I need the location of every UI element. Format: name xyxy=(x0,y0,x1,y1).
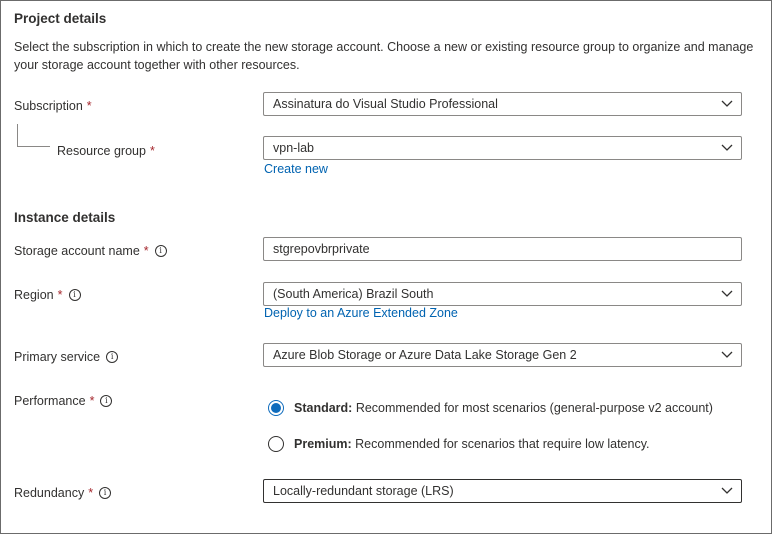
info-icon[interactable]: i xyxy=(100,395,113,407)
primary-service-label: Primary service i xyxy=(14,348,119,366)
resource-group-dropdown[interactable]: vpn-lab xyxy=(263,136,742,160)
required-marker: * xyxy=(57,288,63,302)
chevron-down-icon xyxy=(721,487,733,494)
storage-account-name-value: stgrepovbrprivate xyxy=(273,242,370,256)
subscription-value: Assinatura do Visual Studio Professional xyxy=(273,97,498,111)
radio-selected[interactable] xyxy=(268,400,284,416)
required-marker: * xyxy=(89,394,95,408)
info-icon[interactable]: i xyxy=(106,351,119,363)
tree-connector xyxy=(17,124,50,147)
form-panel xyxy=(0,0,772,534)
region-dropdown[interactable]: (South America) Brazil South xyxy=(263,282,742,306)
premium-option-desc: Recommended for scenarios that require l… xyxy=(355,437,650,451)
premium-option-text: Premium: Recommended for scenarios that … xyxy=(294,437,650,451)
radio-unselected[interactable] xyxy=(268,436,284,452)
redundancy-label: Redundancy * i xyxy=(14,484,112,502)
info-icon[interactable]: i xyxy=(68,289,81,301)
resource-group-label-text: Resource group xyxy=(57,144,146,158)
instance-details-heading: Instance details xyxy=(14,210,116,225)
chevron-down-icon xyxy=(721,351,733,358)
subscription-label-text: Subscription xyxy=(14,99,83,113)
resource-group-value: vpn-lab xyxy=(273,141,314,155)
project-details-heading: Project details xyxy=(14,11,107,26)
chevron-down-icon xyxy=(721,144,733,151)
subscription-label: Subscription * xyxy=(14,97,92,115)
storage-account-name-label: Storage account name * i xyxy=(14,242,167,260)
subscription-dropdown[interactable]: Assinatura do Visual Studio Professional xyxy=(263,92,742,116)
info-icon[interactable]: i xyxy=(154,245,167,257)
standard-option-name: Standard: xyxy=(294,401,353,415)
storage-account-name-label-text: Storage account name xyxy=(14,244,140,258)
primary-service-label-text: Primary service xyxy=(14,350,101,364)
resource-group-label: Resource group * xyxy=(57,142,155,160)
primary-service-value: Azure Blob Storage or Azure Data Lake St… xyxy=(273,348,577,362)
premium-option-name: Premium: xyxy=(294,437,352,451)
redundancy-label-text: Redundancy xyxy=(14,486,85,500)
info-icon[interactable]: i xyxy=(99,487,112,499)
storage-account-name-input[interactable]: stgrepovbrprivate xyxy=(263,237,742,261)
chevron-down-icon xyxy=(721,100,733,107)
required-marker: * xyxy=(86,99,92,113)
performance-option-premium[interactable]: Premium: Recommended for scenarios that … xyxy=(268,436,650,452)
redundancy-dropdown[interactable]: Locally-redundant storage (LRS) xyxy=(263,479,742,503)
standard-option-desc: Recommended for most scenarios (general-… xyxy=(355,401,713,415)
region-label-text: Region xyxy=(14,288,54,302)
redundancy-value: Locally-redundant storage (LRS) xyxy=(273,484,454,498)
required-marker: * xyxy=(88,486,94,500)
region-label: Region * i xyxy=(14,286,81,304)
project-details-description: Select the subscription in which to crea… xyxy=(14,40,754,72)
performance-label-text: Performance xyxy=(14,394,86,408)
performance-option-standard[interactable]: Standard: Recommended for most scenarios… xyxy=(268,400,713,416)
required-marker: * xyxy=(143,244,149,258)
primary-service-dropdown[interactable]: Azure Blob Storage or Azure Data Lake St… xyxy=(263,343,742,367)
deploy-extended-zone-link[interactable]: Deploy to an Azure Extended Zone xyxy=(264,306,458,320)
required-marker: * xyxy=(149,144,155,158)
chevron-down-icon xyxy=(721,290,733,297)
region-value: (South America) Brazil South xyxy=(273,287,434,301)
create-new-link[interactable]: Create new xyxy=(264,162,328,176)
performance-label: Performance * i xyxy=(14,392,113,410)
standard-option-text: Standard: Recommended for most scenarios… xyxy=(294,401,713,415)
